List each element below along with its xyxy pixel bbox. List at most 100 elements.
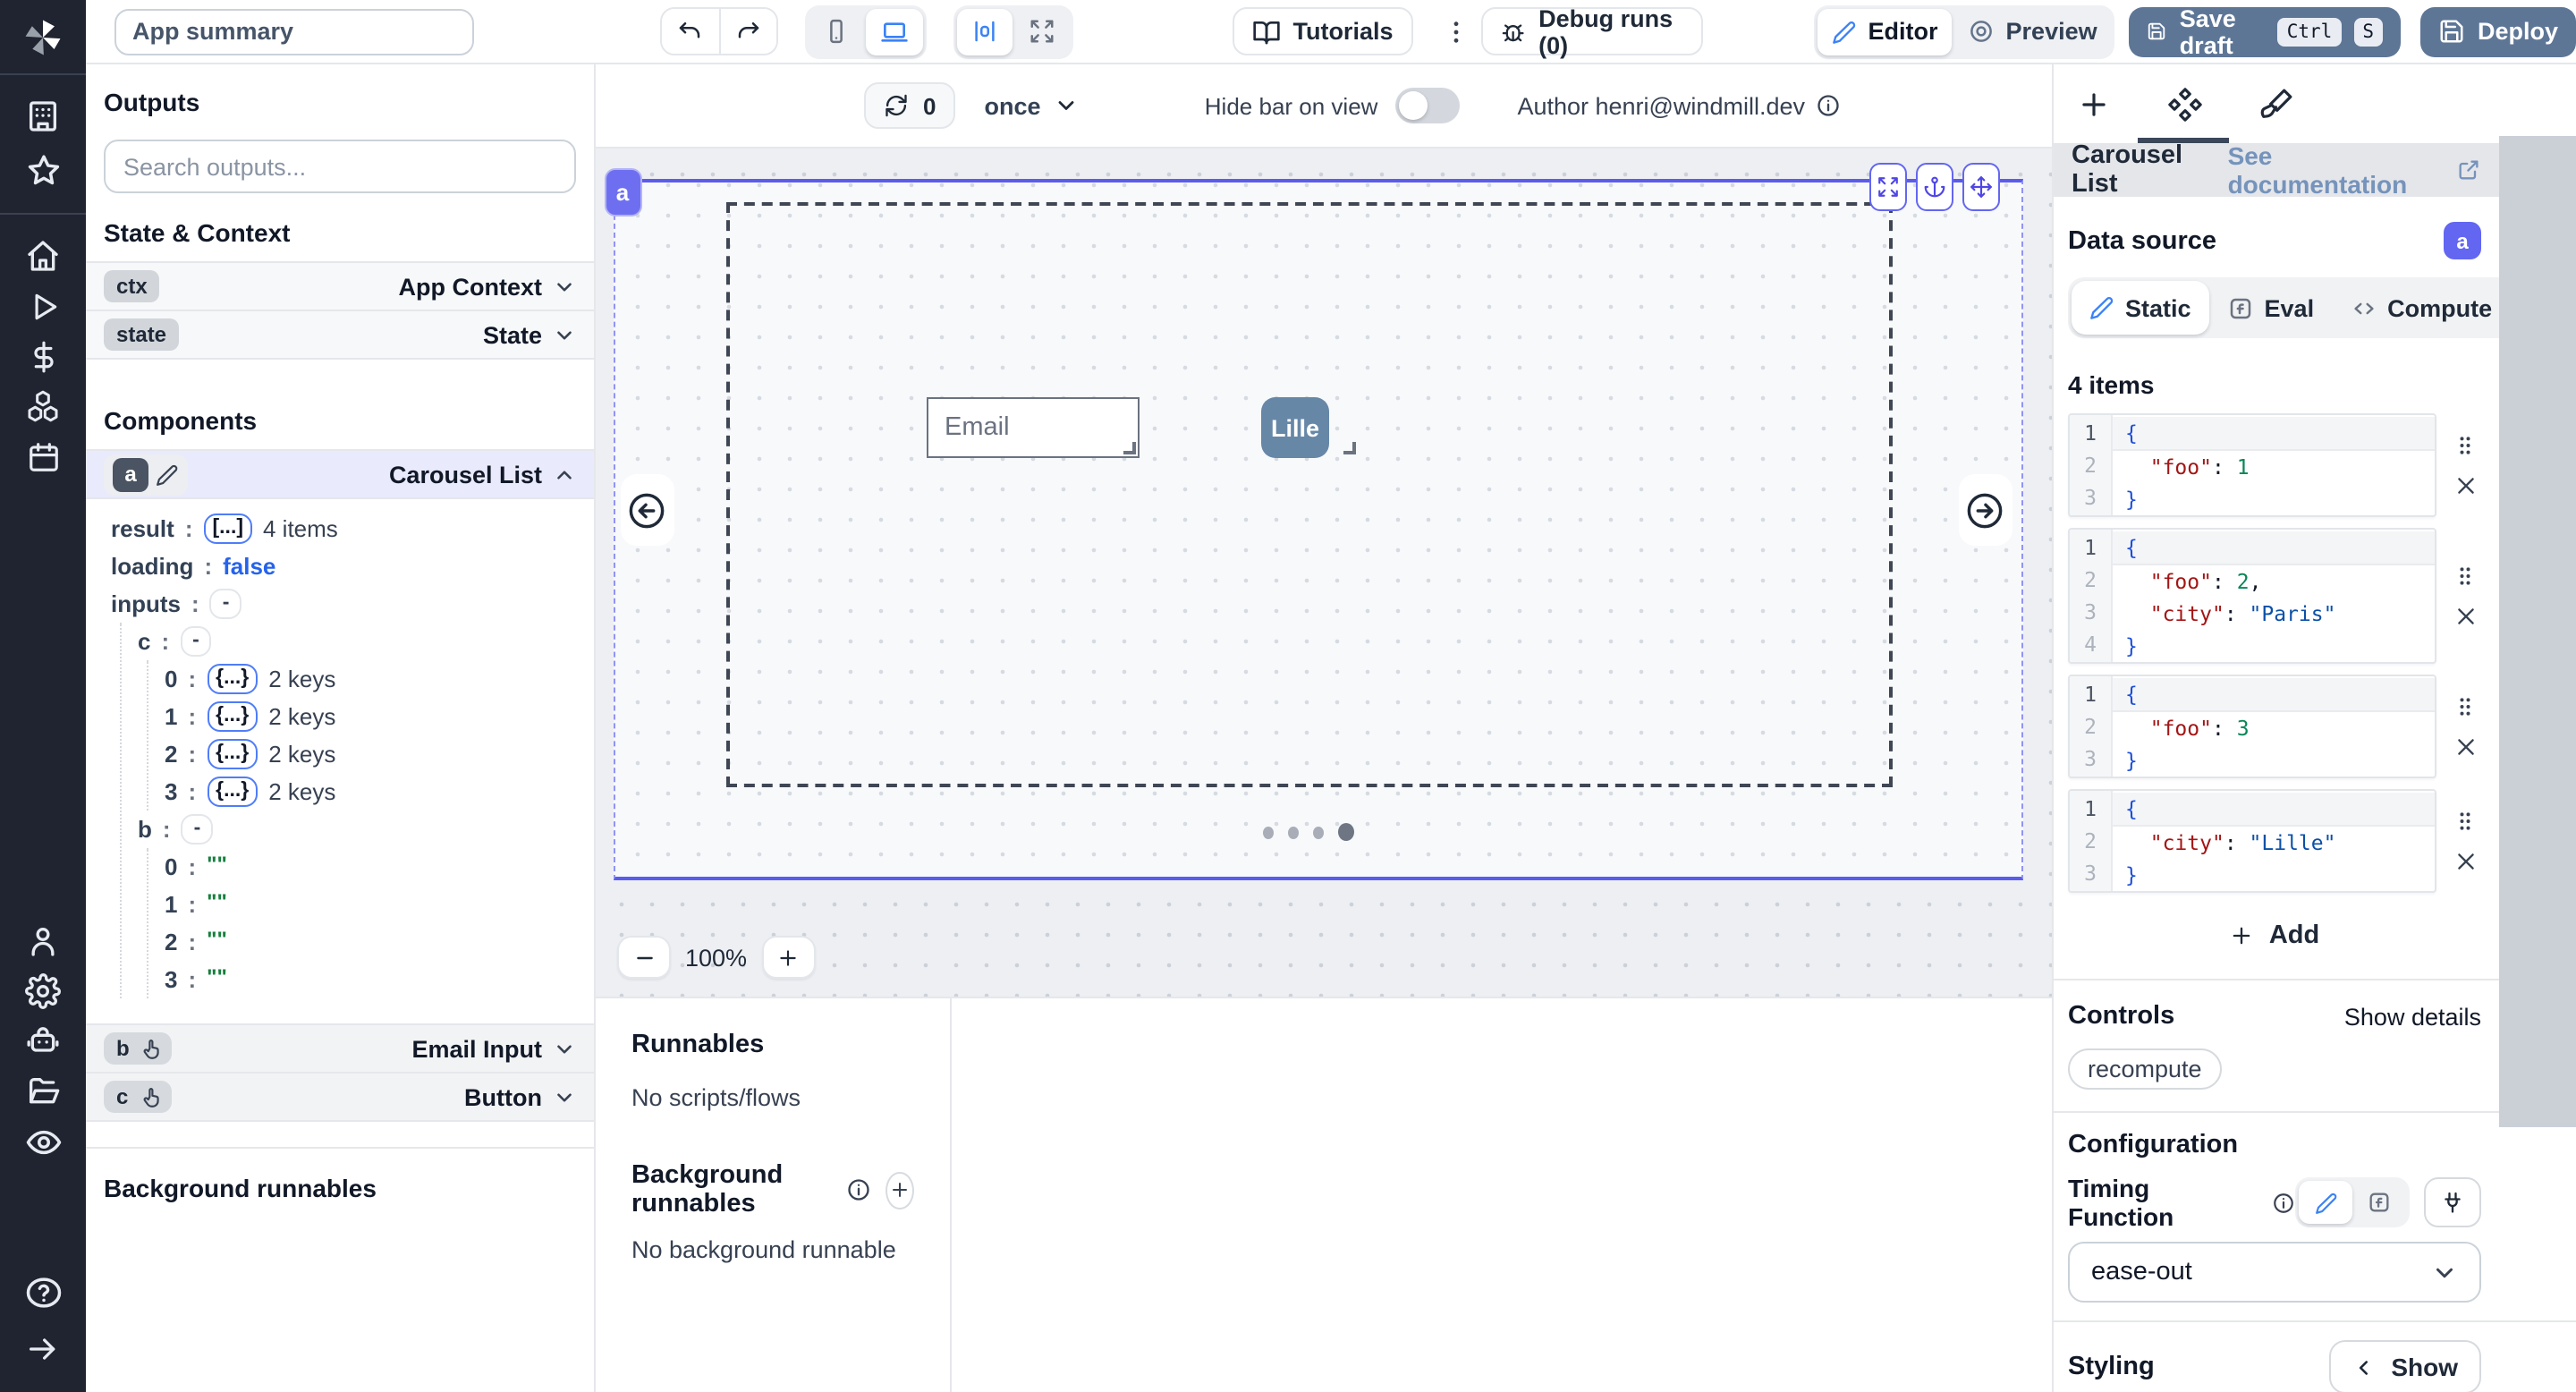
home-icon[interactable] xyxy=(0,234,86,277)
timing-function-select[interactable]: ease-out xyxy=(2068,1242,2481,1303)
eval-mode-button[interactable]: Eval xyxy=(2209,281,2333,335)
settings-tab-components-icon[interactable] xyxy=(2166,85,2204,123)
collapse-badge[interactable]: - xyxy=(180,626,212,657)
resize-handle[interactable] xyxy=(1123,442,1135,454)
expand-component-button[interactable] xyxy=(1868,163,1906,211)
add-item-button[interactable]: Add xyxy=(2068,921,2481,950)
app-canvas[interactable]: a Lille xyxy=(596,149,2052,997)
carousel-container[interactable] xyxy=(726,202,1893,787)
redo-button[interactable] xyxy=(719,9,776,54)
hide-bar-toggle[interactable] xyxy=(1395,88,1460,123)
component-row-b[interactable]: b Email Input xyxy=(86,1023,594,1074)
runs-play-icon[interactable] xyxy=(0,284,86,327)
tutorials-button[interactable]: Tutorials xyxy=(1232,7,1412,55)
carousel-next-button[interactable] xyxy=(1958,474,2012,546)
undo-button[interactable] xyxy=(662,9,719,54)
expand-rail-arrow-icon[interactable] xyxy=(0,1328,86,1371)
insert-component-tab-plus-icon[interactable] xyxy=(2077,87,2111,121)
styling-tab-brush-icon[interactable] xyxy=(2259,87,2293,121)
resize-handle[interactable] xyxy=(1343,442,1355,454)
object-badge[interactable]: {...} xyxy=(207,739,258,769)
recompute-chip[interactable]: recompute xyxy=(2068,1048,2222,1090)
object-badge[interactable]: {...} xyxy=(207,701,258,732)
compute-mode-button[interactable]: Compute xyxy=(2332,281,2510,335)
timing-static-button[interactable] xyxy=(2299,1181,2352,1224)
info-icon[interactable] xyxy=(2272,1191,2295,1214)
center-layout-button[interactable] xyxy=(956,8,1012,55)
state-row[interactable]: state State xyxy=(86,310,594,360)
show-details-link[interactable]: Show details xyxy=(2344,1003,2481,1030)
resources-cubes-icon[interactable] xyxy=(0,385,86,428)
tree-row-c0[interactable]: 0: {...} 2 keys xyxy=(165,660,594,698)
settings-gear-icon[interactable] xyxy=(0,970,86,1013)
windmill-logo-icon[interactable] xyxy=(20,14,66,61)
save-draft-button[interactable]: Save draft Ctrl S xyxy=(2130,6,2401,56)
carousel-dot[interactable] xyxy=(1263,826,1274,838)
deploy-button[interactable]: Deploy xyxy=(2420,6,2576,56)
info-icon[interactable] xyxy=(1816,93,1841,118)
tree-row-b[interactable]: b: - xyxy=(138,811,594,848)
json-editor[interactable]: 1234 { "foo": 2, "city": "Paris"} xyxy=(2068,528,2436,664)
app-summary-input[interactable] xyxy=(114,8,474,55)
tree-row-c2[interactable]: 2: {...} 2 keys xyxy=(165,735,594,773)
styling-show-button[interactable]: Show xyxy=(2328,1340,2481,1392)
help-icon[interactable] xyxy=(0,1270,86,1313)
email-input-component[interactable] xyxy=(927,397,1140,458)
full-width-layout-button[interactable] xyxy=(1013,8,1069,55)
object-badge[interactable]: {...} xyxy=(207,664,258,694)
delete-item-icon[interactable] xyxy=(2453,735,2477,759)
panel-scrollbar[interactable] xyxy=(2499,136,2576,1127)
timing-eval-button[interactable] xyxy=(2352,1181,2406,1224)
carousel-dot-active[interactable] xyxy=(1338,823,1354,841)
selected-component-badge[interactable]: a xyxy=(604,168,641,216)
array-badge[interactable]: [...] xyxy=(204,514,253,544)
workers-robot-icon[interactable] xyxy=(0,1020,86,1063)
json-editor[interactable]: 123 { "foo": 3} xyxy=(2068,675,2436,778)
info-icon[interactable] xyxy=(846,1177,871,1202)
pencil-icon[interactable] xyxy=(156,463,179,486)
tree-row-b0[interactable]: 0: "" xyxy=(165,848,594,886)
delete-item-icon[interactable] xyxy=(2453,605,2477,628)
schedule-dropdown[interactable]: once xyxy=(984,92,1078,119)
drag-handle-icon[interactable] xyxy=(2453,433,2478,458)
audit-eye-icon[interactable] xyxy=(0,1120,86,1163)
carousel-prev-button[interactable] xyxy=(620,474,674,546)
editor-tab[interactable]: Editor xyxy=(1818,8,1953,55)
json-editor[interactable]: 123 { "city": "Lille"} xyxy=(2068,789,2436,893)
drag-handle-icon[interactable] xyxy=(2453,809,2478,834)
variables-dollar-icon[interactable] xyxy=(0,335,86,378)
object-badge[interactable]: {...} xyxy=(207,777,258,807)
component-row-c[interactable]: c Button xyxy=(86,1072,594,1122)
anchor-component-button[interactable] xyxy=(1915,163,1953,211)
tree-row-result[interactable]: result: [...] 4 items xyxy=(111,510,594,547)
schedules-calendar-icon[interactable] xyxy=(0,435,86,478)
tree-row-c3[interactable]: 3: {...} 2 keys xyxy=(165,773,594,811)
mobile-view-button[interactable] xyxy=(808,8,863,55)
tree-row-b2[interactable]: 2: "" xyxy=(165,923,594,961)
desktop-view-button[interactable] xyxy=(865,8,922,55)
more-options-kebab-icon[interactable] xyxy=(1438,7,1475,55)
static-mode-button[interactable]: Static xyxy=(2072,281,2209,335)
workspace-icon[interactable] xyxy=(0,95,86,138)
zoom-in-button[interactable] xyxy=(761,936,815,979)
carousel-dot[interactable] xyxy=(1288,826,1299,838)
json-editor[interactable]: 123 { "foo": 1} xyxy=(2068,413,2436,517)
component-row-a[interactable]: a Carousel List xyxy=(86,449,594,499)
tree-row-b1[interactable]: 1: "" xyxy=(165,886,594,923)
delete-item-icon[interactable] xyxy=(2453,474,2477,497)
selected-component-frame[interactable]: a Lille xyxy=(613,179,2022,880)
zoom-out-button[interactable] xyxy=(617,936,671,979)
tree-row-inputs[interactable]: inputs: - xyxy=(111,585,594,623)
carousel-dot[interactable] xyxy=(1313,826,1324,838)
collapse-badge[interactable]: - xyxy=(182,814,214,845)
folders-icon[interactable] xyxy=(0,1070,86,1113)
search-outputs-input[interactable] xyxy=(104,140,576,193)
refresh-counter-button[interactable]: 0 xyxy=(864,82,955,129)
collapse-badge[interactable]: - xyxy=(210,589,242,619)
drag-handle-icon[interactable] xyxy=(2453,564,2478,589)
preview-tab[interactable]: Preview xyxy=(1954,8,2112,55)
debug-runs-button[interactable]: Debug runs (0) xyxy=(1482,7,1704,55)
see-documentation-link[interactable]: See documentation xyxy=(2228,141,2481,199)
tree-row-b3[interactable]: 3: "" xyxy=(165,961,594,998)
delete-item-icon[interactable] xyxy=(2453,850,2477,873)
